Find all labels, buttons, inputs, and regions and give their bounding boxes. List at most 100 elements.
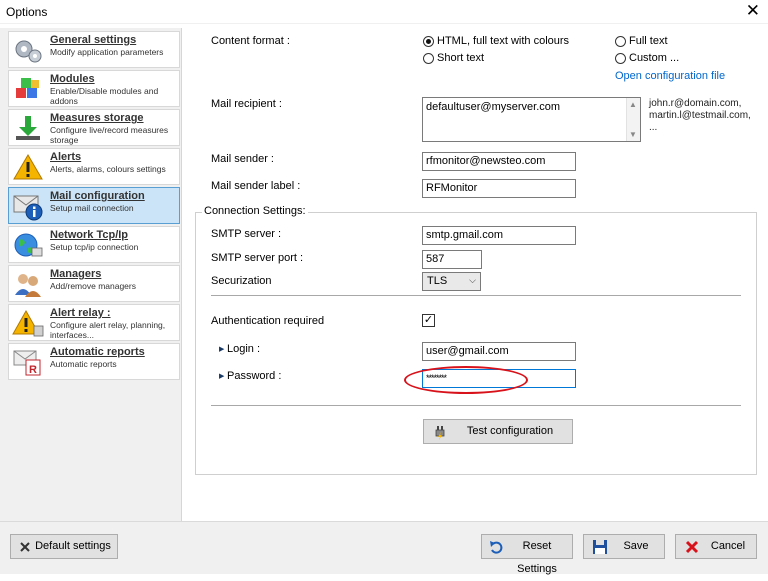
radio-custom-label: Custom ... bbox=[629, 52, 680, 64]
securization-label: Securization bbox=[211, 275, 272, 287]
cancel-x-icon bbox=[685, 540, 699, 554]
warning-icon bbox=[13, 154, 43, 180]
svg-text:R: R bbox=[29, 364, 37, 376]
reset-settings-label: Reset Settings bbox=[517, 540, 557, 575]
sidebar-item-title: General settings bbox=[50, 34, 137, 46]
sidebar-item-title: Alert relay : bbox=[50, 307, 111, 319]
x-icon bbox=[20, 542, 30, 552]
floppy-icon bbox=[593, 540, 607, 554]
mail-recipient-input[interactable]: defaultuser@myserver.com ▲ ▼ bbox=[422, 97, 641, 142]
sidebar-item-title: Mail configuration bbox=[50, 190, 145, 202]
report-icon: R bbox=[13, 350, 41, 376]
mail-sender-label: Mail sender : bbox=[211, 153, 274, 165]
scroll-down-icon[interactable]: ▼ bbox=[629, 130, 637, 139]
footer-bar: Default settings Reset Settings Save Can… bbox=[0, 521, 768, 575]
smtp-port-input[interactable]: 587 bbox=[422, 250, 482, 269]
modules-icon bbox=[16, 78, 39, 98]
globe-icon bbox=[14, 233, 43, 257]
radio-html-label: HTML, full text with colours bbox=[437, 35, 570, 47]
password-input[interactable]: ******** bbox=[422, 369, 576, 388]
login-label: Login : bbox=[227, 343, 261, 355]
mail-recipient-label: Mail recipient : bbox=[211, 98, 282, 110]
recipient-hint-2: martin.l@testmail.com, bbox=[649, 110, 751, 121]
download-icon bbox=[16, 116, 40, 140]
sidebar-item-modules[interactable]: Modules Enable/Disable modules and addon… bbox=[8, 70, 180, 107]
close-icon[interactable]: ✕ bbox=[746, 2, 760, 20]
scroll-up-icon[interactable]: ▲ bbox=[629, 100, 637, 109]
sidebar-item-automatic-reports[interactable]: R Automatic reports Automatic reports bbox=[8, 343, 180, 380]
radio-short-text-label: Short text bbox=[437, 52, 485, 64]
mail-info-icon bbox=[13, 195, 43, 221]
mail-sender-input[interactable]: rfmonitor@newsteo.com bbox=[422, 152, 576, 171]
recipient-scrollbar[interactable]: ▲ ▼ bbox=[626, 98, 640, 141]
smtp-port-label: SMTP server port : bbox=[211, 252, 304, 264]
login-input[interactable]: user@gmail.com bbox=[422, 342, 576, 361]
cancel-button[interactable]: Cancel bbox=[675, 534, 757, 559]
securization-select[interactable]: TLS ⌵ bbox=[422, 272, 481, 291]
sidebar: General settings Modify application para… bbox=[0, 28, 182, 521]
reset-settings-button[interactable]: Reset Settings bbox=[481, 534, 573, 575]
mail-sender-label-label: Mail sender label : bbox=[211, 180, 301, 192]
divider bbox=[211, 405, 741, 406]
connection-settings-label: Connection Settings: bbox=[202, 205, 308, 217]
content-format-label: Content format : bbox=[211, 35, 290, 47]
window-title: Options bbox=[6, 5, 48, 19]
securization-value: TLS bbox=[427, 275, 448, 287]
sidebar-item-desc: Configure alert relay, planning, interfa… bbox=[50, 320, 166, 340]
undo-icon bbox=[490, 541, 503, 554]
sidebar-item-desc: Enable/Disable modules and addons bbox=[50, 86, 159, 106]
expand-arrow-icon: ▶ bbox=[219, 373, 225, 380]
radio-custom[interactable] bbox=[615, 53, 626, 64]
smtp-server-input[interactable]: smtp.gmail.com bbox=[422, 226, 576, 245]
sidebar-item-network[interactable]: Network Tcp/Ip Setup tcp/ip connection bbox=[8, 226, 180, 263]
sidebar-item-desc: Setup tcp/ip connection bbox=[50, 242, 139, 252]
sidebar-item-title: Automatic reports bbox=[50, 346, 145, 358]
radio-short-text[interactable] bbox=[423, 53, 434, 64]
sidebar-item-general-settings[interactable]: General settings Modify application para… bbox=[8, 31, 180, 68]
authentication-label: Authentication required bbox=[211, 315, 325, 327]
radio-html[interactable] bbox=[423, 36, 434, 47]
sidebar-item-alert-relay[interactable]: Alert relay : Configure alert relay, pla… bbox=[8, 304, 180, 341]
radio-full-text[interactable] bbox=[615, 36, 626, 47]
sidebar-item-desc: Configure live/record measures storage bbox=[50, 125, 169, 145]
sidebar-item-title: Modules bbox=[50, 73, 95, 85]
smtp-server-label: SMTP server : bbox=[211, 228, 282, 240]
plug-icon bbox=[435, 426, 445, 440]
sidebar-item-desc: Alerts, alarms, colours settings bbox=[50, 164, 166, 174]
password-label: Password : bbox=[227, 370, 282, 382]
sidebar-item-mail-configuration[interactable]: Mail configuration Setup mail connection bbox=[8, 187, 180, 224]
save-button[interactable]: Save bbox=[583, 534, 665, 559]
test-configuration-label: Test configuration bbox=[466, 425, 554, 437]
recipient-hint-1: john.r@domain.com, bbox=[649, 98, 742, 109]
mail-sender-label-input[interactable]: RFMonitor bbox=[422, 179, 576, 198]
gears-icon bbox=[15, 40, 42, 63]
title-bar: Options ✕ bbox=[0, 0, 768, 24]
users-icon bbox=[15, 274, 41, 297]
sidebar-item-desc: Automatic reports bbox=[50, 359, 117, 369]
sidebar-item-alerts[interactable]: Alerts Alerts, alarms, colours settings bbox=[8, 148, 180, 185]
sidebar-item-title: Alerts bbox=[50, 151, 82, 163]
sidebar-item-desc: Modify application parameters bbox=[50, 47, 164, 57]
sidebar-item-managers[interactable]: Managers Add/remove managers bbox=[8, 265, 180, 302]
sidebar-item-title: Measures storage bbox=[50, 112, 144, 124]
cancel-label: Cancel bbox=[710, 540, 746, 552]
sidebar-item-title: Managers bbox=[50, 268, 102, 280]
divider bbox=[211, 295, 741, 296]
recipient-hint-3: ... bbox=[649, 122, 658, 133]
open-config-link[interactable]: Open configuration file bbox=[615, 70, 725, 82]
radio-full-text-label: Full text bbox=[629, 35, 668, 47]
default-settings-label: Default settings bbox=[35, 540, 111, 552]
test-configuration-button[interactable]: Test configuration bbox=[423, 419, 573, 444]
relay-warning-icon bbox=[12, 309, 44, 337]
authentication-checkbox[interactable]: ✓ bbox=[422, 314, 435, 327]
default-settings-button[interactable]: Default settings bbox=[10, 534, 118, 559]
expand-arrow-icon: ▶ bbox=[219, 346, 225, 353]
chevron-down-icon: ⌵ bbox=[469, 275, 476, 285]
save-label: Save bbox=[623, 540, 649, 552]
mail-configuration-panel: Content format : HTML, full text with co… bbox=[183, 24, 768, 521]
sidebar-item-desc: Add/remove managers bbox=[50, 281, 136, 291]
sidebar-item-title: Network Tcp/Ip bbox=[50, 229, 129, 241]
mail-recipient-value: defaultuser@myserver.com bbox=[426, 101, 561, 113]
sidebar-item-desc: Setup mail connection bbox=[50, 203, 134, 213]
sidebar-item-measures-storage[interactable]: Measures storage Configure live/record m… bbox=[8, 109, 180, 146]
